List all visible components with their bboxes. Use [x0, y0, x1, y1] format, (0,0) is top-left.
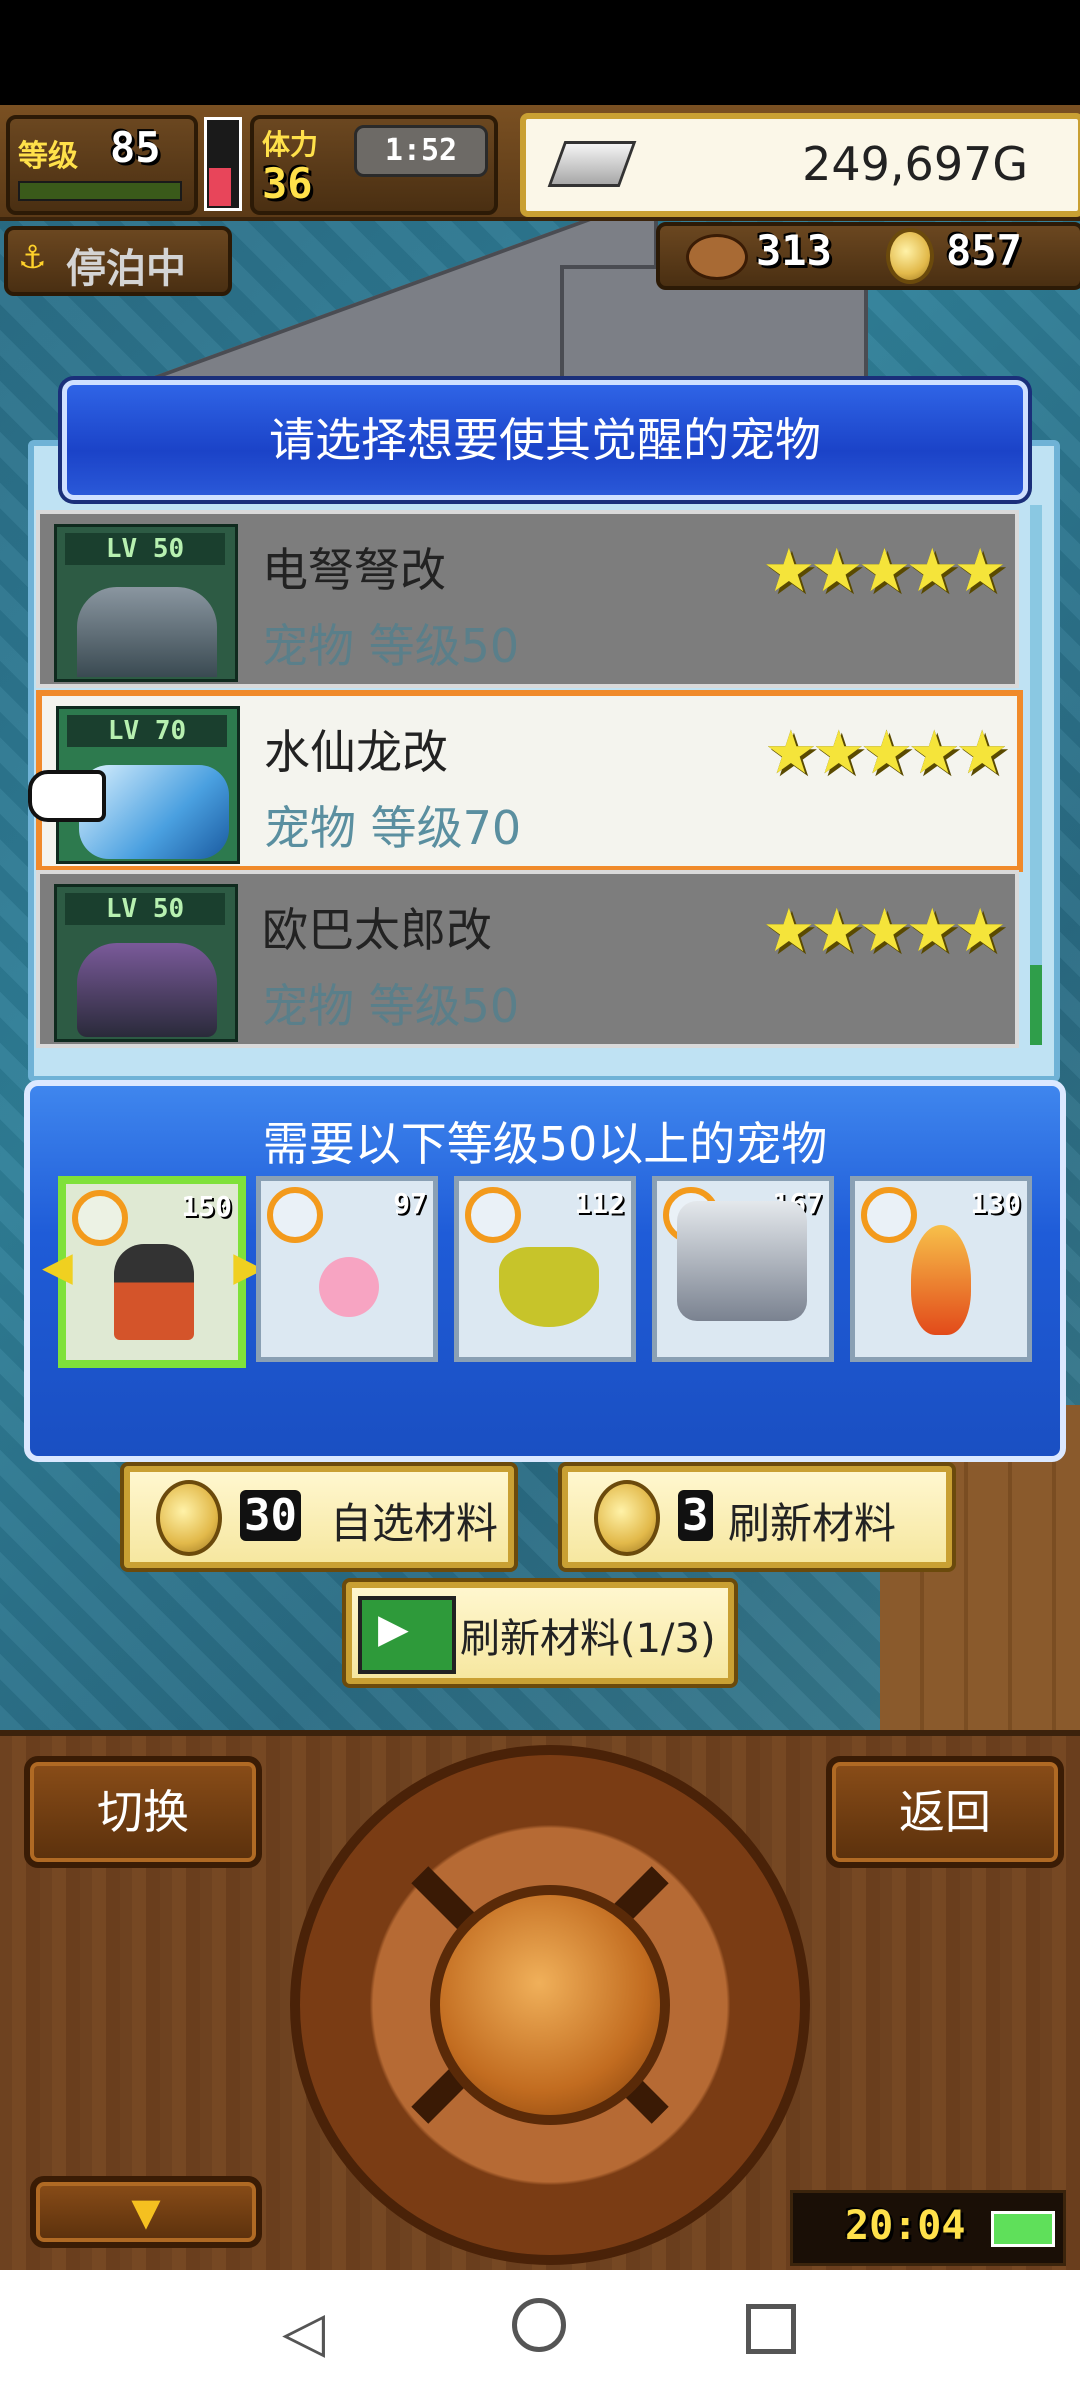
dialog-title: 请选择想要使其觉醒的宠物	[269, 413, 821, 467]
level-badge: LV 50	[65, 533, 225, 565]
select-ring-icon	[72, 1190, 128, 1246]
slot-level: 97	[393, 1187, 427, 1220]
level-badge: LV 50	[65, 893, 225, 925]
pet-sprite	[499, 1247, 599, 1327]
choose-cost: 30	[240, 1490, 301, 1541]
pet-row-selected[interactable]: LV 70 水仙龙改 宠物 等级70 ★★★★★	[36, 690, 1023, 872]
choose-material-button[interactable]: 30 自选材料	[124, 1466, 514, 1568]
slot-level: 130	[970, 1187, 1021, 1220]
pet-name: 水仙龙改	[264, 725, 448, 779]
pointer-hand-icon	[28, 770, 106, 822]
docked-status: ⚓ 停泊中	[4, 226, 232, 296]
material-slot[interactable]: 97	[256, 1176, 438, 1362]
level-box: 等级 85	[6, 115, 198, 215]
refresh-label: 刷新材料	[728, 1499, 897, 1548]
pet-sprite	[77, 587, 217, 677]
stamina-label: 体力	[262, 128, 319, 161]
switch-label: 切换	[97, 1785, 189, 1839]
requirement-panel: 需要以下等级50以上的宠物 150 ◀ ▶ 97 112 167 130	[24, 1080, 1066, 1462]
material-slot[interactable]: 130	[850, 1176, 1032, 1362]
video-refresh-label: 刷新材料(1/3)	[460, 1616, 716, 1662]
level-label: 等级	[18, 139, 78, 174]
back-button[interactable]: 返回	[826, 1756, 1064, 1868]
chevron-down-icon: ▼	[131, 2190, 161, 2234]
video-refresh-button[interactable]: ▶ 刷新材料(1/3)	[346, 1582, 734, 1684]
stamina-bar	[204, 117, 242, 211]
resource-a: 313	[756, 226, 832, 275]
select-ring-icon	[267, 1187, 323, 1243]
select-ring-icon	[465, 1187, 521, 1243]
pet-row[interactable]: LV 50 欧巴太郎改 宠物 等级50 ★★★★★	[36, 870, 1019, 1048]
choose-label: 自选材料	[330, 1499, 499, 1548]
dialog-header: 请选择想要使其觉醒的宠物	[62, 380, 1028, 500]
pet-sprite	[319, 1257, 379, 1317]
clock-time: 20:04	[845, 2203, 966, 2249]
exp-bar	[18, 181, 182, 201]
stamina-box: 体力 36 1:52	[250, 115, 498, 215]
top-hud: 等级 85 体力 36 1:52 249,697G	[0, 105, 1080, 221]
coin-icon	[156, 1480, 222, 1556]
pet-info: 宠物 等级50	[262, 979, 520, 1033]
home-nav-icon[interactable]	[512, 2298, 566, 2352]
level-value: 85	[110, 123, 161, 172]
switch-button[interactable]: 切换	[24, 1756, 262, 1868]
recents-nav-icon[interactable]	[746, 2304, 796, 2354]
coin-icon	[886, 228, 934, 284]
list-scrollbar[interactable]	[1030, 505, 1042, 1045]
refresh-cost: 3	[678, 1490, 713, 1541]
level-badge: LV 70	[67, 715, 227, 747]
clock-box: 20:04	[790, 2190, 1066, 2266]
pet-row[interactable]: LV 50 电弩弩改 宠物 等级50 ★★★★★	[36, 510, 1019, 688]
stamina-value: 36	[262, 159, 313, 208]
pet-thumbnail: LV 50	[54, 524, 238, 682]
slot-level: 112	[574, 1187, 625, 1220]
material-slot[interactable]: 150 ◀ ▶	[42, 1176, 264, 1368]
back-nav-icon[interactable]: ◁	[282, 2300, 325, 2365]
rarity-stars: ★★★★★	[764, 718, 1009, 788]
silver-bar-icon	[547, 141, 637, 187]
status-bar	[0, 0, 1080, 105]
requirement-title: 需要以下等级50以上的宠物	[262, 1117, 828, 1171]
food-icon	[686, 234, 748, 280]
pet-info: 宠物 等级70	[264, 801, 522, 855]
slot-level: 150	[181, 1190, 232, 1223]
battery-icon	[991, 2211, 1055, 2247]
system-nav-bar: ◁	[0, 2270, 1080, 2388]
collapse-button[interactable]: ▼	[30, 2176, 262, 2248]
stamina-timer: 1:52	[354, 125, 488, 177]
material-slot[interactable]: 167	[652, 1176, 834, 1362]
refresh-material-button[interactable]: 3 刷新材料	[562, 1466, 952, 1568]
dpad-center-button[interactable]	[430, 1885, 670, 2125]
left-arrow-icon[interactable]: ◀	[42, 1244, 73, 1290]
rarity-stars: ★★★★★	[762, 896, 1007, 966]
pet-thumbnail: LV 50	[54, 884, 238, 1042]
anchor-icon: ⚓	[18, 238, 47, 276]
pet-sprite	[114, 1244, 194, 1340]
pet-name: 欧巴太郎改	[262, 903, 492, 957]
coin-icon	[594, 1480, 660, 1556]
rarity-stars: ★★★★★	[762, 536, 1007, 606]
pet-sprite	[77, 943, 217, 1037]
material-slot[interactable]: 112	[454, 1176, 636, 1362]
gold-amount: 249,697G	[802, 137, 1028, 191]
pet-sprite	[677, 1201, 807, 1321]
back-label: 返回	[899, 1785, 991, 1839]
resource-b: 857	[946, 226, 1022, 275]
gold-box: 249,697G	[520, 113, 1080, 217]
pet-name: 电弩弩改	[262, 543, 446, 597]
docked-label: 停泊中	[66, 246, 186, 292]
pet-info: 宠物 等级50	[262, 619, 520, 673]
resource-box: 313 857	[656, 222, 1080, 290]
pet-sprite	[911, 1225, 971, 1335]
tv-play-icon: ▶	[358, 1596, 456, 1674]
select-ring-icon	[861, 1187, 917, 1243]
